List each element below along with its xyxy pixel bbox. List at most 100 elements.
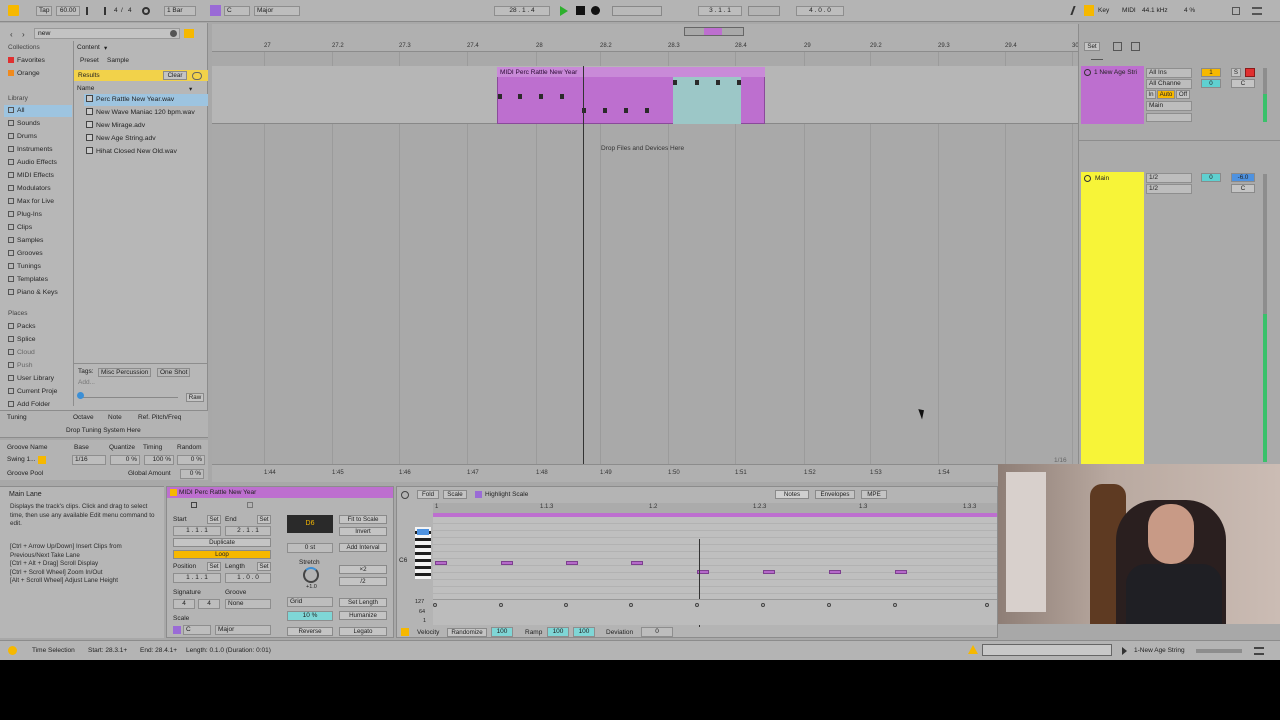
track-1-name[interactable]: 1 New Age Stri (1094, 69, 1142, 76)
envelopes-tab-icon[interactable] (247, 502, 253, 508)
collection-favorites[interactable]: Favorites (8, 55, 45, 67)
piano-roll-note[interactable] (895, 570, 907, 574)
place-user-library[interactable]: User Library (8, 373, 54, 385)
transpose-field[interactable]: 0 st (287, 543, 333, 553)
clear-results-button[interactable]: Clear (163, 71, 187, 80)
filter-icon[interactable] (184, 29, 194, 38)
library-plug-ins[interactable]: Plug-Ins (8, 209, 42, 221)
back-icon[interactable]: ‹ (10, 30, 13, 39)
piano-roll-note[interactable] (631, 561, 643, 565)
signature-num[interactable]: 4 (114, 7, 118, 14)
place-splice[interactable]: Splice (8, 334, 36, 346)
start-set-button[interactable]: Set (207, 515, 221, 524)
clip-activator-icon[interactable] (170, 489, 177, 496)
library-templates[interactable]: Templates (8, 274, 48, 286)
groove-select[interactable]: None (225, 599, 271, 609)
position-value[interactable]: 1 . 1 . 1 (173, 573, 221, 583)
warning-icon[interactable] (968, 645, 978, 654)
place-push[interactable]: Push (8, 360, 33, 372)
library-clips[interactable]: Clips (8, 222, 32, 234)
signature-num-field[interactable]: 4 (173, 599, 195, 609)
main-input-1[interactable]: 1/2 (1146, 173, 1192, 183)
velocity-lane[interactable] (433, 599, 997, 625)
set-button[interactable]: Set (1084, 42, 1100, 51)
place-packs[interactable]: Packs (8, 321, 36, 333)
tap-button[interactable]: Tap (36, 6, 53, 16)
add-tag[interactable]: Add... (78, 379, 95, 386)
clip-panel-title[interactable]: MIDI Perc Rattle New Year (179, 489, 256, 496)
track-1-output-select[interactable]: Main (1146, 101, 1192, 111)
library-tunings[interactable]: Tunings (8, 261, 41, 273)
loop-length-field[interactable]: 4 . 0 . 0 (796, 6, 844, 16)
expand-icon[interactable] (1113, 42, 1122, 51)
fold-button[interactable]: Fold (417, 490, 439, 499)
end-set-button[interactable]: Set (257, 515, 271, 524)
results-options-icon[interactable] (192, 72, 202, 80)
tempo-field[interactable]: 60.00 (56, 6, 80, 16)
position-set-button[interactable]: Set (207, 562, 221, 571)
collection-orange[interactable]: Orange (8, 68, 40, 80)
signature-den[interactable]: 4 (128, 7, 132, 14)
midi-map-label[interactable]: MIDI (1122, 7, 1136, 14)
library-modulators[interactable]: Modulators (8, 183, 51, 195)
tag-one-shot[interactable]: One Shot (157, 368, 191, 377)
groove-hot-swap-icon[interactable] (38, 456, 46, 464)
length-set-button[interactable]: Set (257, 562, 271, 571)
nudge-icon[interactable] (86, 7, 106, 15)
live-logo-icon[interactable] (8, 5, 19, 16)
mpe-tab[interactable]: MPE (861, 490, 887, 499)
velocity-marker[interactable] (629, 603, 633, 607)
velocity-value[interactable]: 100 (491, 627, 513, 637)
velocity-marker[interactable] (695, 603, 699, 607)
randomize-button[interactable]: Randomize (447, 628, 487, 637)
main-fold-icon[interactable] (1084, 175, 1091, 182)
content-label[interactable]: Content (77, 44, 100, 51)
library-audio-effects[interactable]: Audio Effects (8, 157, 57, 169)
follow-icon[interactable] (210, 5, 221, 16)
note-editor[interactable] (433, 517, 997, 599)
track-1-input-select[interactable]: All Ins (1146, 68, 1192, 78)
monitor-off-button[interactable]: Off (1176, 90, 1190, 99)
velocity-marker[interactable] (893, 603, 897, 607)
arrangement-ruler[interactable]: 27 27.2 27.3 27.4 28 28.2 28.3 28.4 29 2… (212, 24, 1079, 52)
scale-mode-select[interactable]: Major (215, 625, 271, 635)
time-selection[interactable] (673, 77, 741, 124)
scale-key-select[interactable]: C (183, 625, 211, 635)
velocity-marker[interactable] (827, 603, 831, 607)
collapse-icon[interactable] (1131, 42, 1140, 51)
overdub-icon[interactable] (612, 6, 662, 16)
double-button[interactable]: ×2 (339, 565, 387, 574)
preview-knob-icon[interactable] (77, 392, 84, 399)
piano-roll-note[interactable] (501, 561, 513, 565)
draw-mode-icon[interactable] (1070, 6, 1082, 15)
place-current-project[interactable]: Current Proje (8, 386, 57, 398)
scale-button[interactable]: Scale (443, 490, 467, 499)
main-volume[interactable]: 0 (1201, 173, 1221, 182)
key-select[interactable]: C (224, 6, 250, 16)
monitor-in-button[interactable]: In (1146, 90, 1156, 99)
library-instruments[interactable]: Instruments (8, 144, 53, 156)
zoom-icon[interactable] (401, 491, 409, 499)
file-row[interactable]: Hihat Closed New Old.wav (86, 146, 177, 158)
place-add-folder[interactable]: Add Folder (8, 399, 50, 408)
groove-base-select[interactable]: 1/16 (72, 455, 106, 465)
main-pan[interactable]: C (1231, 184, 1255, 193)
place-cloud[interactable]: Cloud (8, 347, 35, 359)
selected-key[interactable] (417, 529, 429, 535)
track-nav-icon[interactable] (1122, 647, 1127, 655)
length-value[interactable]: 1 . 0 . 0 (225, 573, 271, 583)
forward-icon[interactable]: › (22, 30, 25, 39)
main-track-header[interactable] (1081, 172, 1144, 464)
library-sounds[interactable]: Sounds (8, 118, 40, 130)
file-row[interactable]: Perc Rattle New Year.wav (86, 94, 174, 106)
main-input-2[interactable]: 1/2 (1146, 184, 1192, 194)
set-length-button[interactable]: Set Length (339, 598, 387, 607)
scale-select[interactable]: Major (254, 6, 300, 16)
envelopes-tab[interactable]: Envelopes (815, 490, 855, 499)
legato-button[interactable]: Legato (339, 627, 387, 636)
stretch-knob-icon[interactable] (303, 567, 319, 583)
clear-search-icon[interactable] (170, 30, 177, 37)
reverse-button[interactable]: Reverse (287, 627, 333, 636)
loop-switch-icon[interactable] (748, 6, 780, 16)
groove-timing-field[interactable]: 100 % (144, 455, 174, 465)
